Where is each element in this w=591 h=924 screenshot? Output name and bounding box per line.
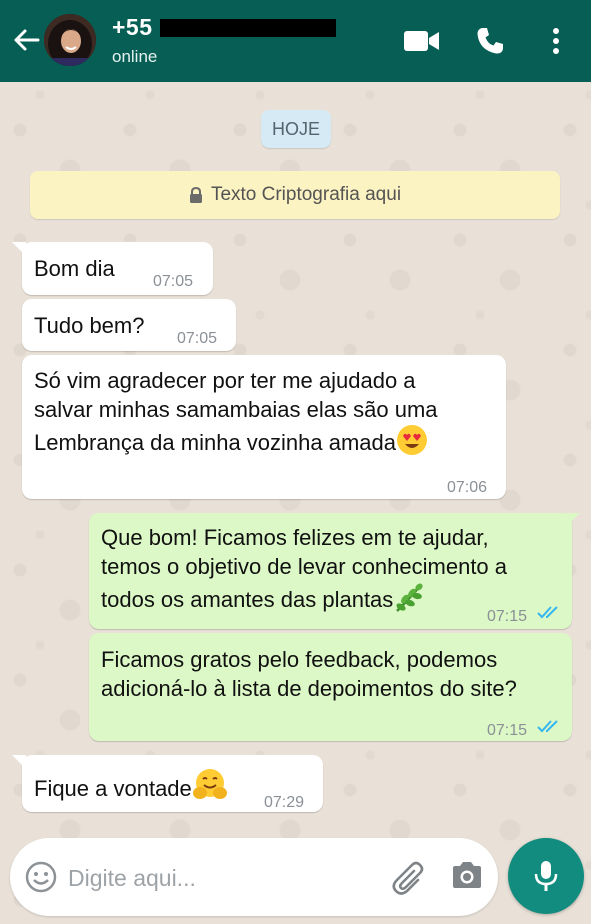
- message-time: 07:29: [264, 794, 305, 811]
- smiley-icon: [25, 861, 57, 893]
- paperclip-icon: [392, 861, 424, 895]
- voice-message-button[interactable]: [508, 838, 584, 914]
- date-separator: HOJE: [261, 110, 331, 148]
- message-bubble-outgoing[interactable]: Ficamos gratos pelo feedback, podemos ad…: [89, 633, 572, 741]
- message-bubble-incoming[interactable]: Só vim agradecer por ter me ajudado a sa…: [22, 355, 506, 499]
- message-bubble-incoming[interactable]: Tudo bem? 07:05: [22, 299, 236, 351]
- message-line: Que bom! Ficamos felizes em te ajudar,: [101, 525, 489, 550]
- encryption-notice-text: Texto Criptografia aqui: [210, 184, 402, 205]
- message-time: 07:15: [487, 608, 528, 625]
- bubble-tail: [12, 242, 26, 256]
- message-bubble-incoming[interactable]: Bom dia 07:05: [12, 242, 213, 295]
- read-double-check-icon: [537, 606, 558, 619]
- avatar-image: [44, 14, 96, 66]
- redacted-phone-number: [160, 19, 336, 37]
- voice-call-button[interactable]: [470, 24, 510, 58]
- message-text: Bom dia: [34, 256, 115, 281]
- back-arrow-icon: [14, 29, 40, 51]
- emoji-button[interactable]: [24, 860, 58, 894]
- read-double-check-icon: [537, 720, 558, 733]
- message-bubble-outgoing[interactable]: Que bom! Ficamos felizes em te ajudar, t…: [89, 513, 580, 629]
- chat-header: +55 online: [0, 0, 591, 82]
- message-line: todos os amantes das plantas: [101, 581, 507, 614]
- contact-name[interactable]: +55: [112, 14, 153, 41]
- contact-status: online: [112, 47, 158, 66]
- message-text: Fique a vontade: [34, 768, 228, 803]
- message-line: Ficamos gratos pelo feedback, podemos: [101, 647, 498, 672]
- message-bubble-incoming[interactable]: Fique a vontade 07:29: [12, 755, 323, 812]
- bubble-tail: [566, 513, 580, 527]
- chat-area[interactable]: HOJE Texto Criptografia aqui Bom dia 07:…: [0, 82, 591, 834]
- herb-emoji-icon: [396, 583, 423, 612]
- message-line: salvar minhas samambaias elas são uma: [34, 397, 438, 422]
- encryption-notice[interactable]: Texto Criptografia aqui: [30, 171, 560, 219]
- message-text: Só vim agradecer por ter me ajudado a sa…: [34, 366, 438, 457]
- attach-button[interactable]: [390, 860, 426, 896]
- bubble-tail: [12, 755, 26, 769]
- message-line: Lembrança da minha vozinha amada: [34, 424, 438, 457]
- back-button[interactable]: [8, 22, 44, 58]
- message-text: Que bom! Ficamos felizes em te ajudar, t…: [101, 523, 507, 614]
- message-text: Ficamos gratos pelo feedback, podemos ad…: [101, 645, 517, 703]
- heart-eyes-emoji-icon: [397, 425, 428, 455]
- video-camera-icon: [404, 31, 439, 51]
- message-text: Tudo bem?: [34, 313, 145, 338]
- message-time: 07:06: [447, 479, 488, 496]
- lock-icon: [189, 187, 202, 203]
- camera-icon: [453, 862, 481, 888]
- message-time: 07:05: [177, 330, 218, 347]
- avatar[interactable]: [44, 14, 96, 66]
- message-time: 07:15: [487, 722, 528, 739]
- video-call-button[interactable]: [402, 24, 442, 58]
- message-input[interactable]: [66, 858, 370, 898]
- microphone-icon: [534, 861, 558, 891]
- vertical-dots-icon: [553, 28, 559, 54]
- hugging-emoji-icon: [192, 769, 227, 799]
- more-options-button[interactable]: [538, 24, 574, 58]
- message-composer: [10, 838, 498, 916]
- camera-button[interactable]: [450, 860, 484, 894]
- message-line: adicioná-lo à lista de depoimentos do si…: [101, 676, 517, 701]
- phone-icon: [477, 28, 503, 54]
- message-time: 07:05: [153, 273, 194, 290]
- message-line: Só vim agradecer por ter me ajudado a: [34, 368, 416, 393]
- message-line: temos o objetivo de levar conhecimento a: [101, 554, 508, 579]
